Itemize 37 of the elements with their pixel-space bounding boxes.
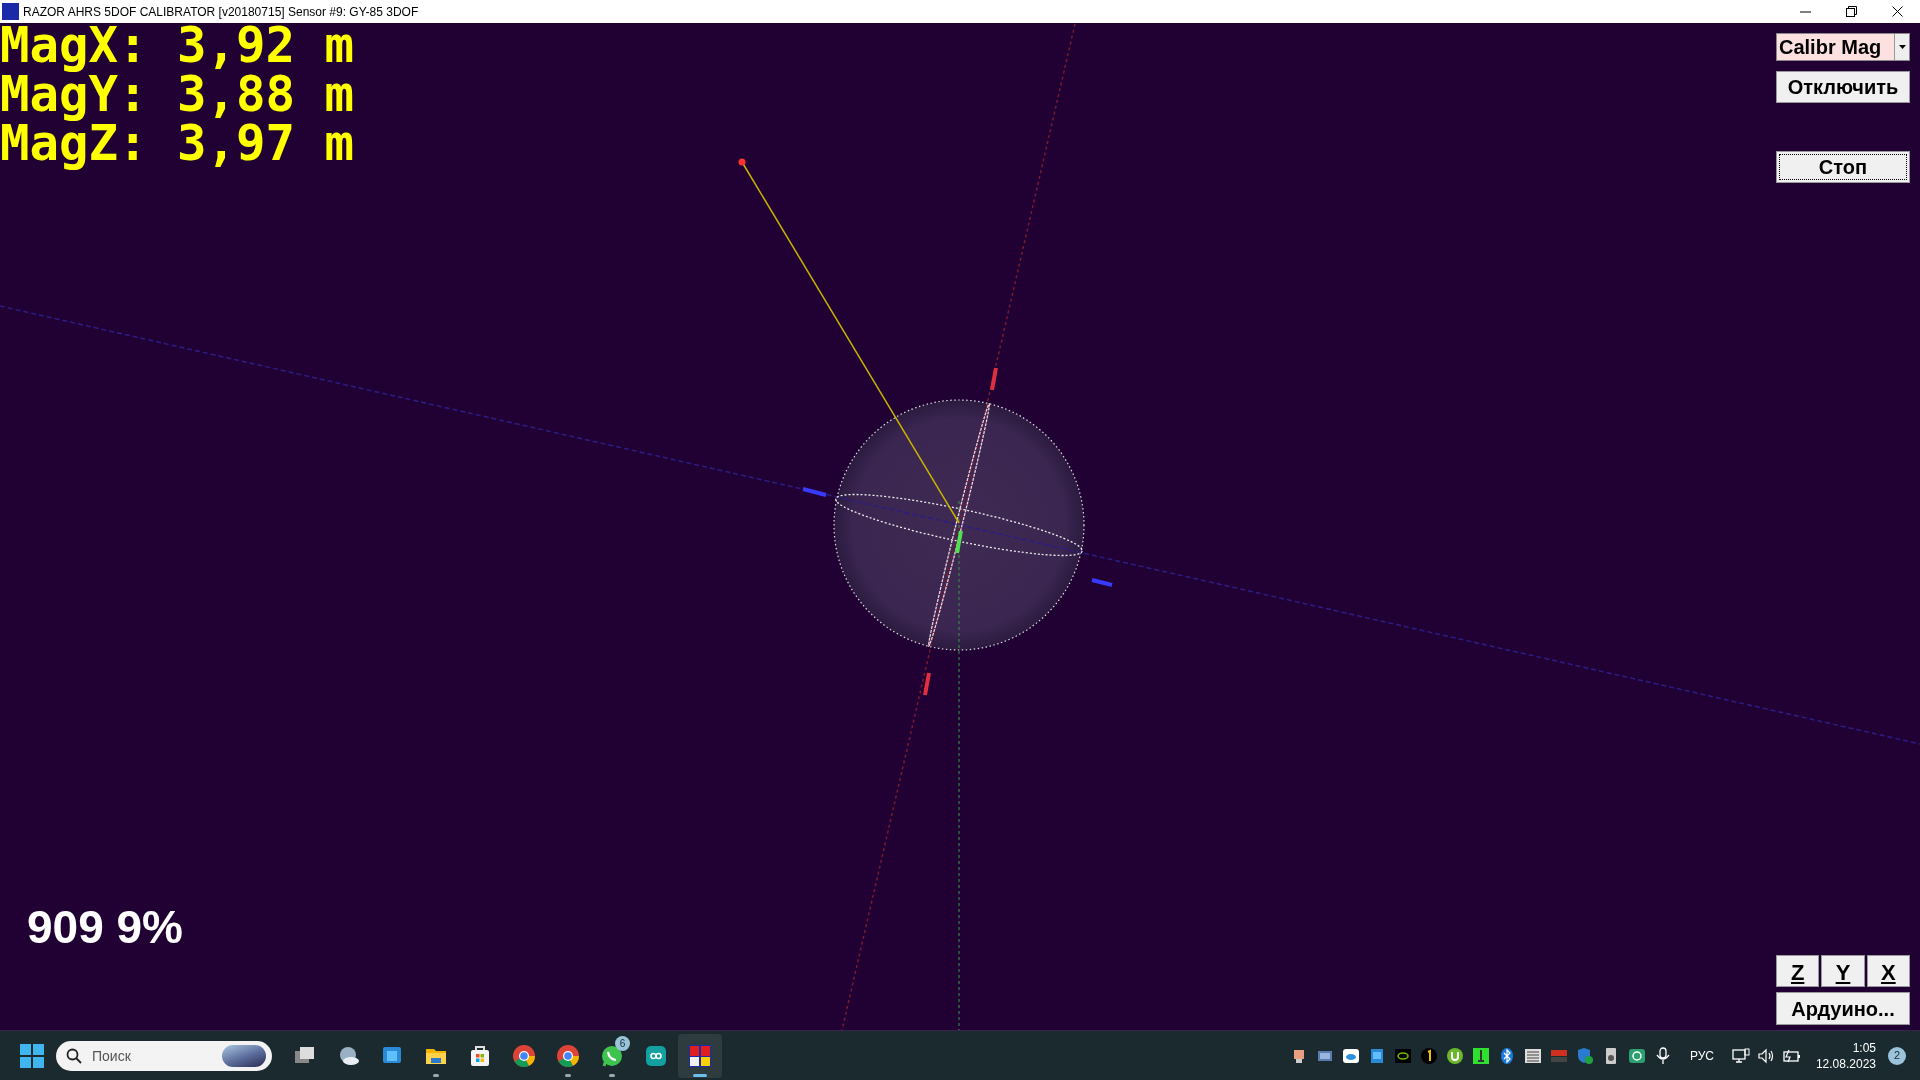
mode-dropdown[interactable]: Calibr Mag xyxy=(1776,33,1910,61)
disconnect-button[interactable]: Отключить xyxy=(1776,71,1910,103)
axis-view-button[interactable]: Y xyxy=(1821,955,1865,987)
browser-icon xyxy=(511,1042,537,1069)
clock-time: 1:05 xyxy=(1852,1039,1876,1056)
search-icon xyxy=(66,1047,82,1064)
browser-icon xyxy=(555,1042,581,1069)
close-icon xyxy=(1891,6,1903,17)
count-badge: 6 xyxy=(615,1035,630,1051)
progress-text: 909 9% xyxy=(27,900,183,955)
language-indicator[interactable]: РУС xyxy=(1689,1046,1714,1065)
axis-view-button[interactable]: Z xyxy=(1776,955,1820,987)
shield-icon[interactable] xyxy=(1575,1046,1594,1065)
magnetometer-readout: MagX: 3,92 m xyxy=(0,23,354,70)
clock[interactable]: 1:05 12.08.2023 xyxy=(1815,1039,1876,1072)
number-tray-icon[interactable] xyxy=(1419,1046,1438,1065)
restore-icon xyxy=(1845,6,1857,17)
cloud-tray-icon[interactable] xyxy=(1341,1046,1360,1065)
axis-marker xyxy=(955,530,963,554)
caret-icon xyxy=(1894,34,1909,60)
volume-icon[interactable] xyxy=(1757,1047,1776,1064)
network-tray-icon[interactable] xyxy=(1627,1046,1646,1065)
graphics-tray-icon[interactable] xyxy=(1393,1046,1412,1065)
clock-date: 12.08.2023 xyxy=(1815,1055,1876,1072)
taskbar-button[interactable]: 6 xyxy=(590,1033,634,1078)
start-icon[interactable] xyxy=(20,1043,44,1068)
stop-button[interactable]: Стоп xyxy=(1776,151,1910,183)
arduino-button[interactable]: Ардуино... xyxy=(1776,992,1910,1025)
network-icon[interactable] xyxy=(1731,1047,1750,1064)
notification-badge[interactable]: 2 xyxy=(1888,1046,1906,1065)
window-title: RAZOR AHRS 5DOF CALIBRATOR [v20180715] Sensor #9: GY-85 3DOF xyxy=(23,3,419,21)
axis-view-button[interactable]: X xyxy=(1866,955,1910,987)
torrent-tray-icon[interactable] xyxy=(1445,1046,1464,1065)
taskbar-button[interactable] xyxy=(678,1033,722,1078)
minimize-icon xyxy=(1799,10,1811,13)
grid-tray-icon[interactable] xyxy=(1523,1046,1542,1065)
battery-icon[interactable] xyxy=(1781,1047,1802,1064)
